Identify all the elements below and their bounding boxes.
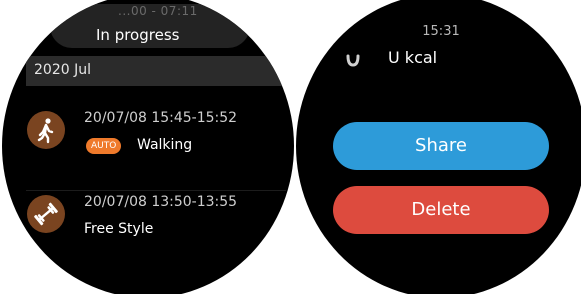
watch-screen-detail: 15:31 U kcal Share Delete [296, 0, 581, 294]
list-item[interactable]: 20/07/08 15:45-15:52 AUTO Walking [2, 102, 294, 182]
screenshot-stage: ...00 - 07:11 In progress 2020 Jul 20/07… [0, 0, 581, 294]
in-progress-time: ...00 - 07:11 [118, 4, 198, 18]
clock-time: 15:31 [422, 24, 460, 39]
list-item[interactable]: 20/07/08 13:50-13:55 Free Style [2, 186, 294, 266]
activity-name: Free Style [84, 221, 154, 237]
activity-name: Walking [137, 137, 193, 153]
month-header-label: 2020 Jul [34, 62, 91, 78]
watch-screen-history: ...00 - 07:11 In progress 2020 Jul 20/07… [2, 0, 294, 294]
dumbbell-icon [27, 195, 65, 233]
in-progress-label: In progress [96, 26, 180, 44]
in-progress-item[interactable]: ...00 - 07:11 In progress [50, 4, 250, 48]
activity-datetime: 20/07/08 15:45-15:52 [84, 110, 238, 126]
walking-icon [27, 111, 65, 149]
flame-icon [345, 51, 361, 67]
share-button[interactable]: Share [333, 122, 549, 170]
month-header: 2020 Jul [26, 56, 294, 86]
delete-button[interactable]: Delete [333, 186, 549, 234]
auto-badge: AUTO [86, 138, 122, 154]
calories-value: U kcal [388, 48, 438, 67]
activity-datetime: 20/07/08 13:50-13:55 [84, 194, 238, 210]
